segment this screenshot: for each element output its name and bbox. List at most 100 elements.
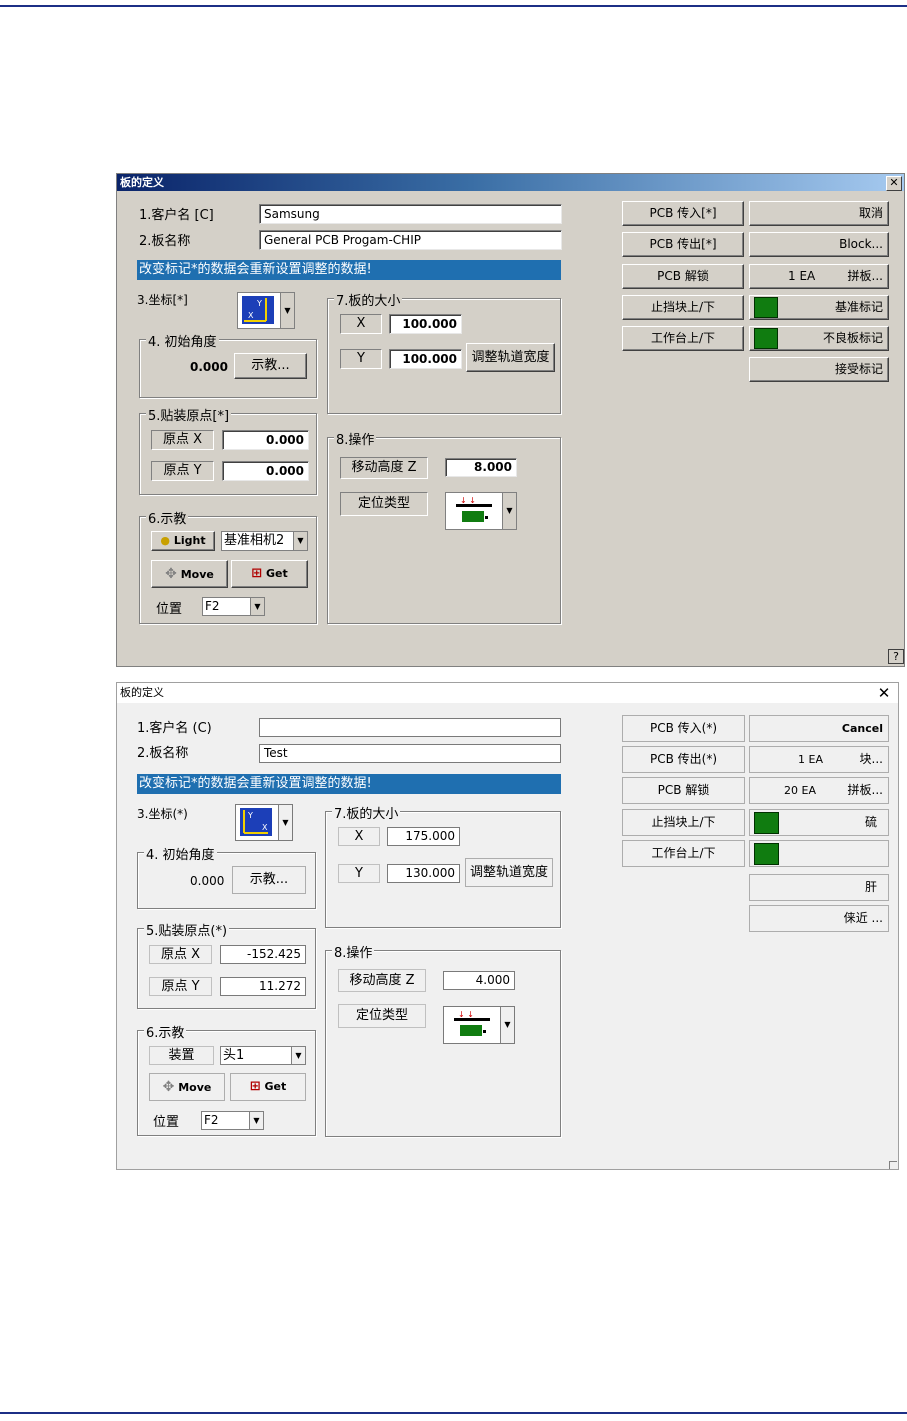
close-icon[interactable]: ✕ [886, 176, 902, 191]
block-count: 1 EA [798, 753, 823, 766]
array-label: 拼板... [847, 269, 883, 283]
array-button[interactable]: 20 EA 拼板... [749, 777, 889, 804]
teach-button[interactable]: 示教... [234, 353, 307, 379]
size-y-input[interactable]: 130.000 [387, 864, 460, 883]
stop-block-button[interactable]: 止挡块上/下 [622, 295, 744, 320]
device-select[interactable]: 头1 ▼ [220, 1046, 306, 1065]
block-button[interactable]: Block... [749, 232, 889, 257]
array-count: 1 EA [788, 269, 816, 283]
chevron-down-icon: ▼ [249, 1112, 263, 1129]
position-select[interactable]: F2 ▼ [201, 1111, 264, 1130]
locate-type-selector[interactable]: ↓ ↓ ▼ [445, 492, 517, 530]
bad-mark-label: 不良板标记 [822, 331, 883, 345]
get-label: Get [266, 567, 288, 580]
xyz-axis-icon: ⊞ [251, 566, 263, 581]
resize-grip-icon[interactable] [889, 1161, 897, 1169]
fiducial-mark-button[interactable]: 硫 [749, 809, 889, 836]
board-name-label: 2.板名称 [137, 746, 189, 761]
move-arrows-icon: ✥ [162, 1079, 175, 1095]
origin-x-label: 原点 X [149, 945, 212, 964]
teach-group: 6.示教 装置 头1 ▼ ✥ Move ⊞ Get 位置 F2 ▼ [137, 1022, 316, 1136]
accept-mark-button[interactable]: 接受标记 [749, 357, 889, 382]
fiducial-label: 硫 [864, 815, 877, 829]
teach-button[interactable]: 示教... [232, 866, 306, 894]
pcb-in-button[interactable]: PCB 传入(*) [622, 715, 745, 742]
bad-mark-button[interactable] [749, 840, 889, 867]
stop-block-button[interactable]: 止挡块上/下 [622, 809, 745, 836]
chevron-down-icon: ▼ [291, 1047, 305, 1064]
group-title: 7.板的大小 [332, 803, 401, 822]
array-button[interactable]: 1 EA 拼板... [749, 264, 889, 289]
chevron-down-icon: ▼ [278, 805, 292, 840]
device-value: 头1 [223, 1048, 245, 1063]
footer-rule [0, 1412, 907, 1414]
table-button[interactable]: 工作台上/下 [622, 840, 745, 867]
position-select[interactable]: F2 ▼ [202, 597, 265, 616]
origin-y-input[interactable]: 11.272 [220, 977, 306, 996]
move-button[interactable]: ✥ Move [151, 560, 228, 588]
camera-select[interactable]: 基准相机2 ▼ [221, 531, 308, 551]
size-y-input[interactable]: 100.000 [389, 349, 462, 369]
cancel-button[interactable]: 取消 [749, 201, 889, 226]
chevron-down-icon: ▼ [280, 293, 294, 328]
device-label: 装置 [149, 1046, 214, 1065]
board-name-input[interactable]: Test [259, 744, 561, 763]
locate-type-label: 定位类型 [340, 492, 428, 516]
board-name-input[interactable]: General PCB Progam-CHIP [259, 230, 562, 250]
origin-y-label: 原点 Y [151, 461, 214, 481]
move-height-input[interactable]: 4.000 [443, 971, 515, 990]
svg-text:↓ ↓: ↓ ↓ [460, 496, 476, 505]
cancel-button[interactable]: Cancel [749, 715, 889, 742]
group-title: 6.示教 [144, 1022, 187, 1041]
size-x-input[interactable]: 175.000 [387, 827, 460, 846]
position-value: F2 [204, 1113, 219, 1127]
close-icon[interactable]: ✕ [876, 684, 892, 702]
chevron-down-icon: ▼ [293, 532, 307, 550]
adjust-rail-width-button[interactable]: 调整轨道宽度 [465, 858, 553, 887]
accept-mark-button[interactable]: 肝 [749, 874, 889, 901]
size-y-label: Y [338, 864, 380, 883]
pcb-out-button[interactable]: PCB 传出(*) [622, 746, 745, 773]
move-arrows-icon: ✥ [165, 566, 177, 582]
approach-button[interactable]: 俫近 ... [749, 905, 889, 932]
locate-type-selector[interactable]: ↓ ↓ ▼ [443, 1006, 515, 1044]
customer-label: 1.客户名 [C] [139, 208, 214, 223]
get-label: Get [264, 1080, 287, 1093]
position-value: F2 [205, 599, 220, 613]
angle-value: 0.000 [190, 874, 225, 888]
operation-group: 8.操作 移动高度 Z 4.000 定位类型 ↓ ↓ ▼ [325, 942, 561, 1137]
header-rule [0, 5, 907, 7]
light-label: Light [173, 534, 206, 547]
light-button[interactable]: ● Light [151, 531, 215, 551]
adjust-rail-width-button[interactable]: 调整轨道宽度 [466, 343, 555, 372]
warning-banner: 改变标记*的数据会重新设置调整的数据! [137, 774, 561, 794]
origin-y-input[interactable]: 0.000 [222, 461, 309, 481]
svg-text:X: X [262, 823, 268, 832]
table-button[interactable]: 工作台上/下 [622, 326, 744, 351]
coordinate-selector[interactable]: Y X ▼ [235, 804, 293, 841]
size-x-input[interactable]: 100.000 [389, 314, 462, 334]
help-icon[interactable]: ? [888, 649, 904, 664]
move-height-input[interactable]: 8.000 [445, 458, 517, 477]
customer-input[interactable] [259, 718, 561, 737]
move-button[interactable]: ✥ Move [149, 1073, 225, 1101]
origin-y-label: 原点 Y [149, 977, 212, 996]
svg-text:↓ ↓: ↓ ↓ [458, 1010, 474, 1019]
pcb-unlock-button[interactable]: PCB 解锁 [622, 264, 744, 289]
get-button[interactable]: ⊞ Get [231, 560, 308, 588]
pcb-unlock-button[interactable]: PCB 解锁 [622, 777, 745, 804]
pcb-in-button[interactable]: PCB 传入[*] [622, 201, 744, 226]
group-title: 4. 初始角度 [144, 844, 217, 863]
fiducial-mark-button[interactable]: 基准标记 [749, 295, 889, 320]
customer-input[interactable]: Samsung [259, 204, 562, 224]
bad-mark-button[interactable]: 不良板标记 [749, 326, 889, 351]
coordinate-selector[interactable]: Y X ▼ [237, 292, 295, 329]
size-x-label: X [338, 827, 380, 846]
initial-angle-group: 4. 初始角度 0.000 示教... [137, 844, 316, 909]
block-button[interactable]: 1 EA 块... [749, 746, 889, 773]
get-button[interactable]: ⊞ Get [230, 1073, 306, 1101]
bulb-icon: ● [160, 534, 170, 547]
pcb-out-button[interactable]: PCB 传出[*] [622, 232, 744, 257]
origin-x-input[interactable]: -152.425 [220, 945, 306, 964]
origin-x-input[interactable]: 0.000 [222, 430, 309, 450]
